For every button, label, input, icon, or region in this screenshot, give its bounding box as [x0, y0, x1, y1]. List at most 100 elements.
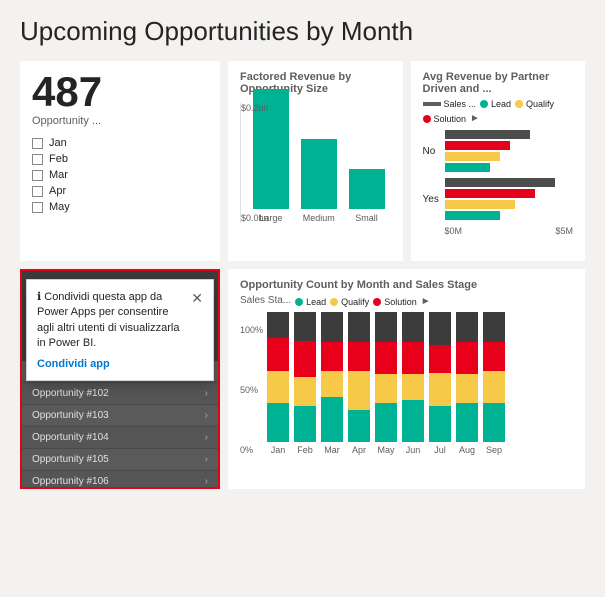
segment-qualify-apr	[348, 371, 370, 410]
stacked-bar-jan-stack	[267, 312, 289, 442]
segment-lead-jan	[267, 403, 289, 442]
stacked-chart-card: Opportunity Count by Month and Sales Sta…	[228, 269, 585, 489]
h-bar-row-yes: Yes	[423, 178, 574, 220]
legend-label-lead: Lead	[491, 99, 511, 109]
month-checkbox-mar[interactable]	[32, 170, 43, 181]
x-label-jul: Jul	[429, 445, 451, 455]
bar-chart-area: $0.2bn $0.0bn Large Medium Small	[240, 103, 391, 223]
segment-dark-jul	[429, 312, 451, 345]
opportunity-list-card: ℹ Condividi questa app da Power Apps per…	[20, 269, 220, 489]
share-popup: ℹ Condividi questa app da Power Apps per…	[26, 279, 214, 381]
stacked-chart-wrapper: 100% 50% 0% Jan	[240, 312, 573, 455]
stacked-bar-jun: Jun	[402, 312, 424, 455]
stacked-bar-jun-stack	[402, 312, 424, 442]
h-bar-no-qualify	[445, 152, 500, 161]
legend-solution: Solution	[423, 114, 467, 124]
opportunity-count-value: 487	[32, 71, 208, 113]
avg-revenue-title: Avg Revenue by Partner Driven and ...	[423, 71, 574, 95]
popup-close-button[interactable]: ✕	[191, 290, 203, 307]
h-axis: $0M $5M	[423, 226, 574, 236]
list-item-label: Opportunity #104	[32, 432, 109, 443]
opportunity-count-card: 487 Opportunity ... Jan Feb Mar Apr	[20, 61, 220, 261]
segment-lead-jul	[429, 406, 451, 442]
stacked-bar-sep-stack	[483, 312, 505, 442]
list-item[interactable]: Opportunity #102 ›	[22, 383, 218, 405]
list-item-chevron: ›	[205, 454, 208, 465]
stacked-bar-mar-stack	[321, 312, 343, 442]
segment-qualify-feb	[294, 377, 316, 406]
h-bar-yes-lead	[445, 211, 500, 220]
month-item-feb[interactable]: Feb	[32, 151, 208, 167]
month-checkbox-apr[interactable]	[32, 186, 43, 197]
list-item-chevron: ›	[205, 388, 208, 399]
x-label-may: May	[375, 445, 397, 455]
segment-solution-jul	[429, 345, 451, 374]
segment-solution-apr	[348, 342, 370, 371]
y-label-100: 100%	[240, 325, 263, 335]
h-axis-0m: $0M	[445, 226, 463, 236]
stacked-chart-chevron[interactable]: ►	[421, 296, 431, 307]
segment-dark-jun	[402, 312, 424, 342]
avg-revenue-card: Avg Revenue by Partner Driven and ... Sa…	[411, 61, 586, 261]
legend-sales: Sales ...	[423, 99, 477, 109]
stacked-bar-jul: Jul	[429, 312, 451, 455]
list-item[interactable]: Opportunity #103 ›	[22, 405, 218, 427]
segment-lead-aug	[456, 403, 478, 442]
stacked-bar-feb: Feb	[294, 312, 316, 455]
opportunity-count-label: Opportunity ...	[32, 115, 208, 127]
list-item-label: Opportunity #106	[32, 476, 109, 487]
legend-dot-solution	[423, 115, 431, 123]
stacked-bar-aug-stack	[456, 312, 478, 442]
y-label-0: 0%	[240, 445, 263, 455]
stacked-legend-lead: Lead	[295, 297, 326, 307]
x-label-jun: Jun	[402, 445, 424, 455]
month-item-apr[interactable]: Apr	[32, 183, 208, 199]
h-bar-yes-solution	[445, 189, 535, 198]
month-label-mar: Mar	[49, 169, 68, 181]
segment-lead-jun	[402, 400, 424, 442]
stacked-legend-qualify: Qualify	[330, 297, 369, 307]
h-bar-no-dark	[445, 130, 530, 139]
y-axis: 100% 50% 0%	[240, 325, 263, 455]
avg-revenue-chevron[interactable]: ►	[470, 113, 480, 124]
avg-revenue-legend: Sales ... Lead Qualify Solution ►	[423, 99, 574, 124]
stacked-bar-apr-stack	[348, 312, 370, 442]
list-item[interactable]: Opportunity #105 ›	[22, 449, 218, 471]
month-checkbox-may[interactable]	[32, 202, 43, 213]
bar-axis-top-label: $0.2bn	[241, 103, 269, 113]
month-label-feb: Feb	[49, 153, 68, 165]
segment-dark-may	[375, 312, 397, 342]
segment-qualify-sep	[483, 371, 505, 404]
month-item-may[interactable]: May	[32, 199, 208, 215]
month-checkbox-feb[interactable]	[32, 154, 43, 165]
month-checkbox-jan[interactable]	[32, 138, 43, 149]
month-filter-list: Jan Feb Mar Apr May	[32, 135, 208, 215]
month-item-jan[interactable]: Jan	[32, 135, 208, 151]
legend-dot-lead	[480, 100, 488, 108]
stacked-bar-aug: Aug	[456, 312, 478, 455]
h-bar-chart: No Yes	[423, 130, 574, 236]
bar-small-rect	[349, 169, 385, 209]
popup-share-link[interactable]: Condividi app	[37, 358, 203, 370]
segment-lead-may	[375, 403, 397, 442]
stacked-bar-may: May	[375, 312, 397, 455]
popup-message: Condividi questa app da Power Apps per c…	[37, 291, 179, 349]
segment-lead-apr	[348, 410, 370, 443]
x-label-mar: Mar	[321, 445, 343, 455]
segment-solution-jun	[402, 342, 424, 375]
stacked-dot-qualify	[330, 298, 338, 306]
page-title: Upcoming Opportunities by Month	[20, 16, 585, 47]
x-label-jan: Jan	[267, 445, 289, 455]
month-item-mar[interactable]: Mar	[32, 167, 208, 183]
segment-dark-aug	[456, 312, 478, 342]
stacked-dot-solution	[373, 298, 381, 306]
legend-label-qualify: Qualify	[526, 99, 554, 109]
dashboard-container: Upcoming Opportunities by Month 487 Oppo…	[0, 0, 605, 597]
month-label-may: May	[49, 201, 70, 213]
list-item[interactable]: Opportunity #106 ›	[22, 471, 218, 489]
list-item[interactable]: Opportunity #104 ›	[22, 427, 218, 449]
bar-small: Small	[349, 169, 385, 223]
segment-qualify-jun	[402, 374, 424, 400]
segment-lead-sep	[483, 403, 505, 442]
list-item-chevron: ›	[205, 476, 208, 487]
